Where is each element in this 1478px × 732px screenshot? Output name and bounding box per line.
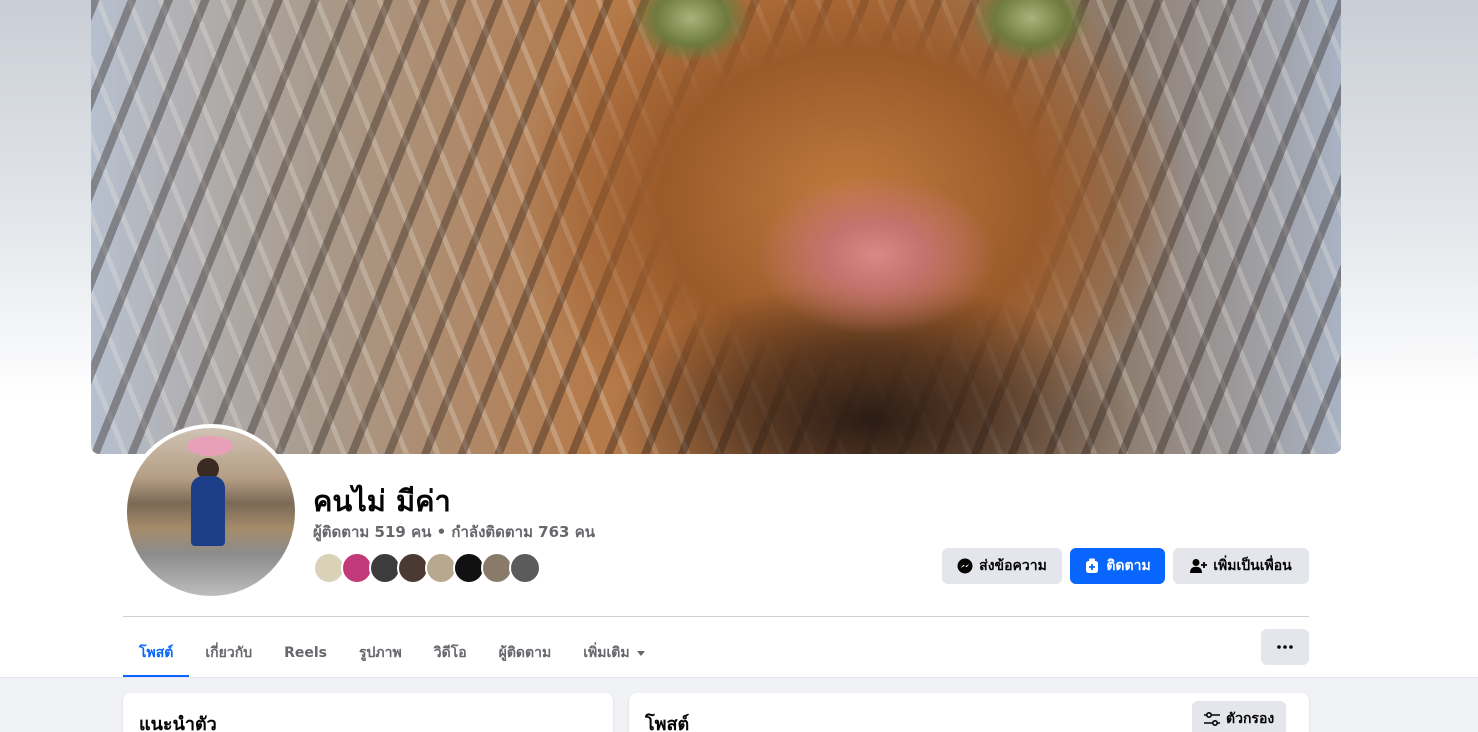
avatar-neon-sign xyxy=(187,436,233,456)
cover-photo[interactable] xyxy=(91,0,1341,454)
tab-more-label: เพิ่มเติม xyxy=(583,645,630,661)
tab-about-label: เกี่ยวกับ xyxy=(205,645,253,661)
tab-reels[interactable]: Reels xyxy=(268,628,343,678)
filter-button-label: ตัวกรอง xyxy=(1226,711,1275,727)
profile-follow-stats[interactable]: ผู้ติดตาม 519 คน • กำลังติดตาม 763 คน xyxy=(313,520,595,544)
profile-picture[interactable] xyxy=(123,424,299,600)
follow-button[interactable]: ติดตาม xyxy=(1070,548,1165,584)
tab-followers-label: ผู้ติดตาม xyxy=(498,645,552,661)
mutual-friends-avatars xyxy=(313,552,541,584)
profile-header-divider xyxy=(123,616,1309,617)
intro-card: แนะนำตัว xyxy=(123,693,613,732)
avatar-person-body xyxy=(191,476,225,546)
tab-about[interactable]: เกี่ยวกับ xyxy=(189,628,268,678)
profile-name: คนไม่ มีค่า xyxy=(313,484,451,518)
add-friend-button-label: เพิ่มเป็นเพื่อน xyxy=(1213,558,1292,574)
more-dots-icon xyxy=(1277,645,1293,649)
add-friend-icon xyxy=(1190,559,1208,573)
intro-card-title: แนะนำตัว xyxy=(139,714,217,732)
filter-icon xyxy=(1204,712,1220,726)
posts-card-title: โพสต์ xyxy=(645,714,690,732)
tab-photos-label: รูปภาพ xyxy=(359,645,402,661)
profile-tabs: โพสต์ เกี่ยวกับ Reels รูปภาพ วิดีโอ ผู้ต… xyxy=(123,628,661,678)
tab-more[interactable]: เพิ่มเติม xyxy=(567,628,660,678)
tab-posts[interactable]: โพสต์ xyxy=(123,628,190,678)
message-button[interactable]: ส่งข้อความ xyxy=(942,548,1062,584)
tab-followers[interactable]: ผู้ติดตาม xyxy=(483,628,568,678)
profile-picture-image xyxy=(127,428,295,596)
profile-more-options-button[interactable] xyxy=(1261,629,1309,665)
tab-photos[interactable]: รูปภาพ xyxy=(343,628,418,678)
follow-button-label: ติดตาม xyxy=(1106,558,1151,574)
tab-videos[interactable]: วิดีโอ xyxy=(418,628,483,678)
follow-icon xyxy=(1086,558,1099,573)
messenger-icon xyxy=(957,558,973,574)
tab-videos-label: วิดีโอ xyxy=(433,645,467,661)
tab-posts-label: โพสต์ xyxy=(139,645,174,661)
friend-avatar[interactable] xyxy=(509,552,541,584)
add-friend-button[interactable]: เพิ่มเป็นเพื่อน xyxy=(1173,548,1309,584)
filter-button[interactable]: ตัวกรอง xyxy=(1192,701,1287,732)
caret-down-icon xyxy=(636,650,645,656)
tab-reels-label: Reels xyxy=(284,645,327,661)
message-button-label: ส่งข้อความ xyxy=(979,558,1047,574)
